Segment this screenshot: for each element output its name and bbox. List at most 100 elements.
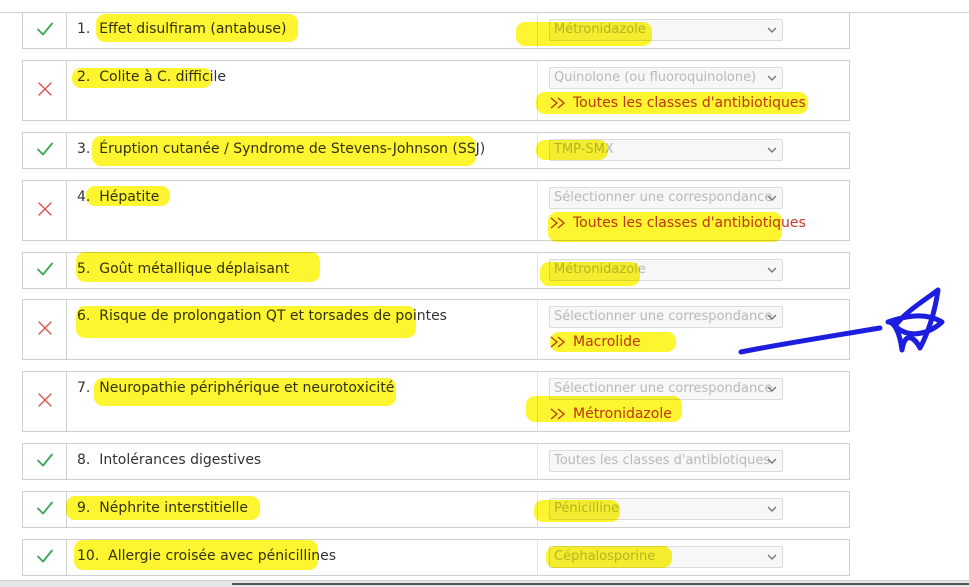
scrollbar-thumb[interactable] (232, 583, 969, 585)
question-label: Effet disulfiram (antabuse) (99, 21, 287, 37)
question-label: Neuropathie périphérique et neurotoxicit… (99, 380, 395, 396)
column-divider (537, 61, 538, 120)
question-number: 4. (77, 189, 91, 205)
selected-value: Quinolone (ou fluoroquinolone) (554, 70, 757, 85)
question-text: 3. Éruption cutanée / Syndrome de Steven… (77, 139, 485, 159)
question-text: 8. Intolérances digestives (77, 450, 261, 470)
question-row: 4. Hépatite Sélectionner une correspondan… (22, 180, 850, 241)
question-number: 7. (77, 380, 91, 396)
match-select[interactable]: Pénicilline (549, 498, 783, 520)
column-divider (537, 444, 538, 479)
chevron-down-icon (767, 267, 777, 273)
correct-answer-text: Toutes les classes d'antibiotiques (573, 215, 806, 231)
double-chevron-right-icon (549, 215, 573, 231)
column-divider (537, 253, 538, 288)
checkmark-icon (36, 548, 54, 568)
result-mark (23, 444, 67, 479)
result-mark (23, 492, 67, 527)
result-mark (23, 13, 67, 48)
column-divider (537, 492, 538, 527)
question-text: 1. Effet disulfiram (antabuse) (77, 19, 287, 39)
question-row: 10. Allergie croisée avec pénicillines Cé… (22, 539, 850, 576)
chevron-down-icon (767, 27, 777, 33)
correct-answer-text: Toutes les classes d'antibiotiques (573, 95, 806, 111)
question-number: 10. (77, 548, 100, 564)
cross-icon (37, 81, 53, 101)
checkmark-icon (36, 21, 54, 41)
column-divider (537, 13, 538, 48)
correct-answer-text: Macrolide (573, 334, 641, 350)
checkmark-icon (36, 500, 54, 520)
correct-answer: Toutes les classes d'antibiotiques (549, 213, 806, 233)
selected-value: Pénicilline (554, 501, 620, 516)
chevron-down-icon (767, 386, 777, 392)
result-mark (23, 61, 67, 120)
question-text: 7. Neuropathie périphérique et neurotoxi… (77, 378, 394, 398)
result-mark (23, 181, 67, 240)
question-number: 6. (77, 308, 91, 324)
selected-value: Toutes les classes d'antibiotiques (554, 453, 771, 468)
column-divider (537, 372, 538, 431)
result-mark (23, 253, 67, 288)
question-text: 2. Colite à C. difficile (77, 67, 226, 87)
selected-value: Sélectionner une correspondance (554, 381, 773, 396)
question-label: Néphrite interstitielle (99, 500, 248, 516)
cross-icon (37, 392, 53, 412)
correct-answer: Métronidazole (549, 404, 672, 424)
question-row: 5. Goût métallique déplaisant Métronidazo… (22, 252, 850, 289)
column-divider (537, 133, 538, 168)
question-row: 7. Neuropathie périphérique et neurotoxi… (22, 371, 850, 432)
match-select[interactable]: Céphalosporine (549, 546, 783, 568)
result-mark (23, 372, 67, 431)
match-select[interactable]: Sélectionner une correspondance (549, 306, 783, 328)
chevron-down-icon (767, 554, 777, 560)
question-number: 5. (77, 261, 91, 277)
match-select[interactable]: Quinolone (ou fluoroquinolone) (549, 67, 783, 89)
pen-stroke-star (885, 287, 945, 353)
match-select[interactable]: Sélectionner une correspondance (549, 378, 783, 400)
question-number: 1. (77, 21, 91, 37)
cross-icon (37, 201, 53, 221)
correct-answer-text: Métronidazole (573, 406, 672, 422)
question-label: Allergie croisée avec pénicillines (108, 548, 336, 564)
double-chevron-right-icon (549, 334, 573, 350)
selected-value: Sélectionner une correspondance (554, 309, 773, 324)
question-number: 3. (77, 141, 91, 157)
match-select[interactable]: TMP-SMX (549, 139, 783, 161)
question-text: 5. Goût métallique déplaisant (77, 259, 289, 279)
result-mark (23, 300, 67, 359)
result-mark (23, 133, 67, 168)
match-select[interactable]: Métronidazole (549, 19, 783, 41)
chevron-down-icon (767, 75, 777, 81)
chevron-down-icon (767, 458, 777, 464)
selected-value: Métronidazole (554, 262, 646, 277)
question-number: 8. (77, 452, 91, 468)
question-label: Hépatite (99, 189, 160, 205)
selected-value: Sélectionner une correspondance (554, 190, 773, 205)
question-text: 4. Hépatite (77, 187, 159, 207)
question-label: Intolérances digestives (99, 452, 262, 468)
column-divider (537, 181, 538, 240)
question-text: 9. Néphrite interstitielle (77, 498, 248, 518)
match-select[interactable]: Sélectionner une correspondance (549, 187, 783, 209)
question-row: 3. Éruption cutanée / Syndrome de Steven… (22, 132, 850, 169)
question-row: 9. Néphrite interstitielle Pénicilline (22, 491, 850, 528)
question-row: 6. Risque de prolongation QT et torsades… (22, 299, 850, 360)
column-divider (537, 540, 538, 575)
match-select[interactable]: Toutes les classes d'antibiotiques (549, 450, 783, 472)
question-label: Risque de prolongation QT et torsades de… (99, 308, 447, 324)
checkmark-icon (36, 141, 54, 161)
correct-answer: Toutes les classes d'antibiotiques (549, 93, 806, 113)
question-row: 8. Intolérances digestives Toutes les cla… (22, 443, 850, 480)
chevron-down-icon (767, 314, 777, 320)
column-divider (537, 300, 538, 359)
double-chevron-right-icon (549, 95, 573, 111)
selected-value: Céphalosporine (554, 549, 656, 564)
selected-value: Métronidazole (554, 22, 646, 37)
question-number: 2. (77, 69, 91, 85)
selected-value: TMP-SMX (554, 142, 614, 157)
question-label: Colite à C. difficile (99, 69, 227, 85)
match-select[interactable]: Métronidazole (549, 259, 783, 281)
question-row: 2. Colite à C. difficile Quinolone (ou fl… (22, 60, 850, 121)
question-text: 10. Allergie croisée avec pénicillines (77, 546, 336, 566)
